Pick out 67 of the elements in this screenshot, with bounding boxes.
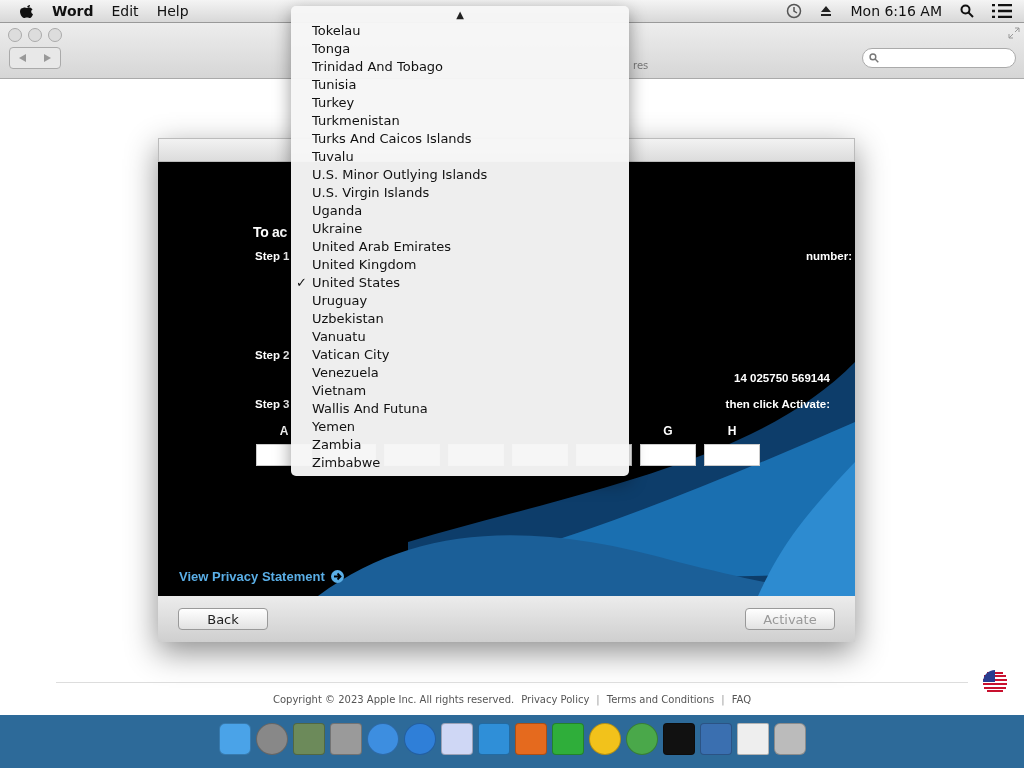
back-button[interactable]: Back (178, 608, 268, 630)
search-field[interactable] (862, 48, 1016, 68)
back-arrow-icon[interactable] (19, 54, 26, 62)
search-icon[interactable] (960, 4, 974, 18)
installation-id: 14 025750 569144 (734, 372, 830, 384)
eject-icon[interactable] (820, 5, 833, 17)
list-icon[interactable] (992, 4, 1012, 18)
scroll-up-arrow[interactable]: ▲ (456, 6, 464, 22)
menu-item[interactable]: Tokelau (291, 22, 629, 40)
dialog-heading: To ac (253, 224, 288, 242)
apple-icon[interactable] (20, 3, 34, 19)
menu-item[interactable]: Help (156, 3, 189, 19)
footer-link[interactable]: Privacy Policy (521, 693, 590, 705)
footer-separator: | (721, 693, 725, 705)
menu-item[interactable]: Turks And Caicos Islands (291, 130, 629, 148)
menu-item[interactable]: Vatican City (291, 346, 629, 364)
step-label: Step 3 (255, 398, 290, 410)
search-icon (869, 53, 879, 63)
menu-item[interactable]: Venezuela (291, 364, 629, 382)
menu-item[interactable]: United Kingdom (291, 256, 629, 274)
code-field[interactable] (640, 444, 696, 466)
menu-item[interactable]: Uruguay (291, 292, 629, 310)
privacy-link[interactable]: View Privacy Statement (179, 569, 325, 584)
forward-arrow-icon[interactable] (44, 54, 51, 62)
menu-item[interactable]: Ukraine (291, 220, 629, 238)
expand-icon[interactable] (1008, 27, 1020, 39)
menu-item[interactable]: Yemen (291, 418, 629, 436)
menu-item[interactable]: Tuvalu (291, 148, 629, 166)
menu-item[interactable]: Tunisia (291, 76, 629, 94)
arrow-circle-icon[interactable] (330, 570, 344, 583)
menu-item[interactable]: Vietnam (291, 382, 629, 400)
copyright-text: Copyright © 2023 Apple Inc. All rights reserved. (272, 693, 515, 705)
app-menu[interactable]: Word (52, 3, 94, 19)
menu-item[interactable]: Uganda (291, 202, 629, 220)
code-field[interactable] (704, 444, 760, 466)
footer-link[interactable]: FAQ (731, 693, 752, 705)
menu-item[interactable]: Trinidad And Tobago (291, 58, 629, 76)
menu-item[interactable]: Wallis And Futuna (291, 400, 629, 418)
window-control[interactable] (8, 28, 22, 42)
window-control[interactable] (28, 28, 42, 42)
field-label: G (663, 424, 673, 438)
menu-item[interactable]: U.S. Virgin Islands (291, 184, 629, 202)
step-text: number: (806, 250, 852, 262)
field-label: H (727, 424, 737, 438)
back-forward-control[interactable] (9, 47, 61, 69)
field-label: A (279, 424, 289, 438)
menu-item[interactable]: Tonga (291, 40, 629, 58)
footer-link[interactable]: Terms and Conditions (606, 693, 715, 705)
step-label: Step 2 (255, 349, 290, 361)
menu-clock[interactable]: Mon 6:16 AM (850, 3, 942, 19)
footer-separator: | (596, 693, 600, 705)
checkmark: ✓ (296, 274, 307, 292)
menu-item[interactable]: Edit (111, 3, 139, 19)
menu-item[interactable]: Turkmenistan (291, 112, 629, 130)
menu-item[interactable]: Zimbabwe (291, 454, 629, 472)
clock-icon[interactable] (786, 3, 803, 19)
step-text: then click Activate: (725, 398, 830, 410)
step-label: Step 1 (255, 250, 290, 262)
menu-item[interactable]: Vanuatu (291, 328, 629, 346)
window-control[interactable] (48, 28, 62, 42)
flag-icon[interactable] (982, 669, 1008, 695)
menu-item[interactable]: U.S. Minor Outlying Islands (291, 166, 629, 184)
menu-item[interactable]: Zambia (291, 436, 629, 454)
menu-item[interactable]: United Arab Emirates (291, 238, 629, 256)
menu-item[interactable]: ✓ United States (291, 274, 629, 292)
menu-item[interactable]: Uzbekistan (291, 310, 629, 328)
menu-item[interactable]: Turkey (291, 94, 629, 112)
